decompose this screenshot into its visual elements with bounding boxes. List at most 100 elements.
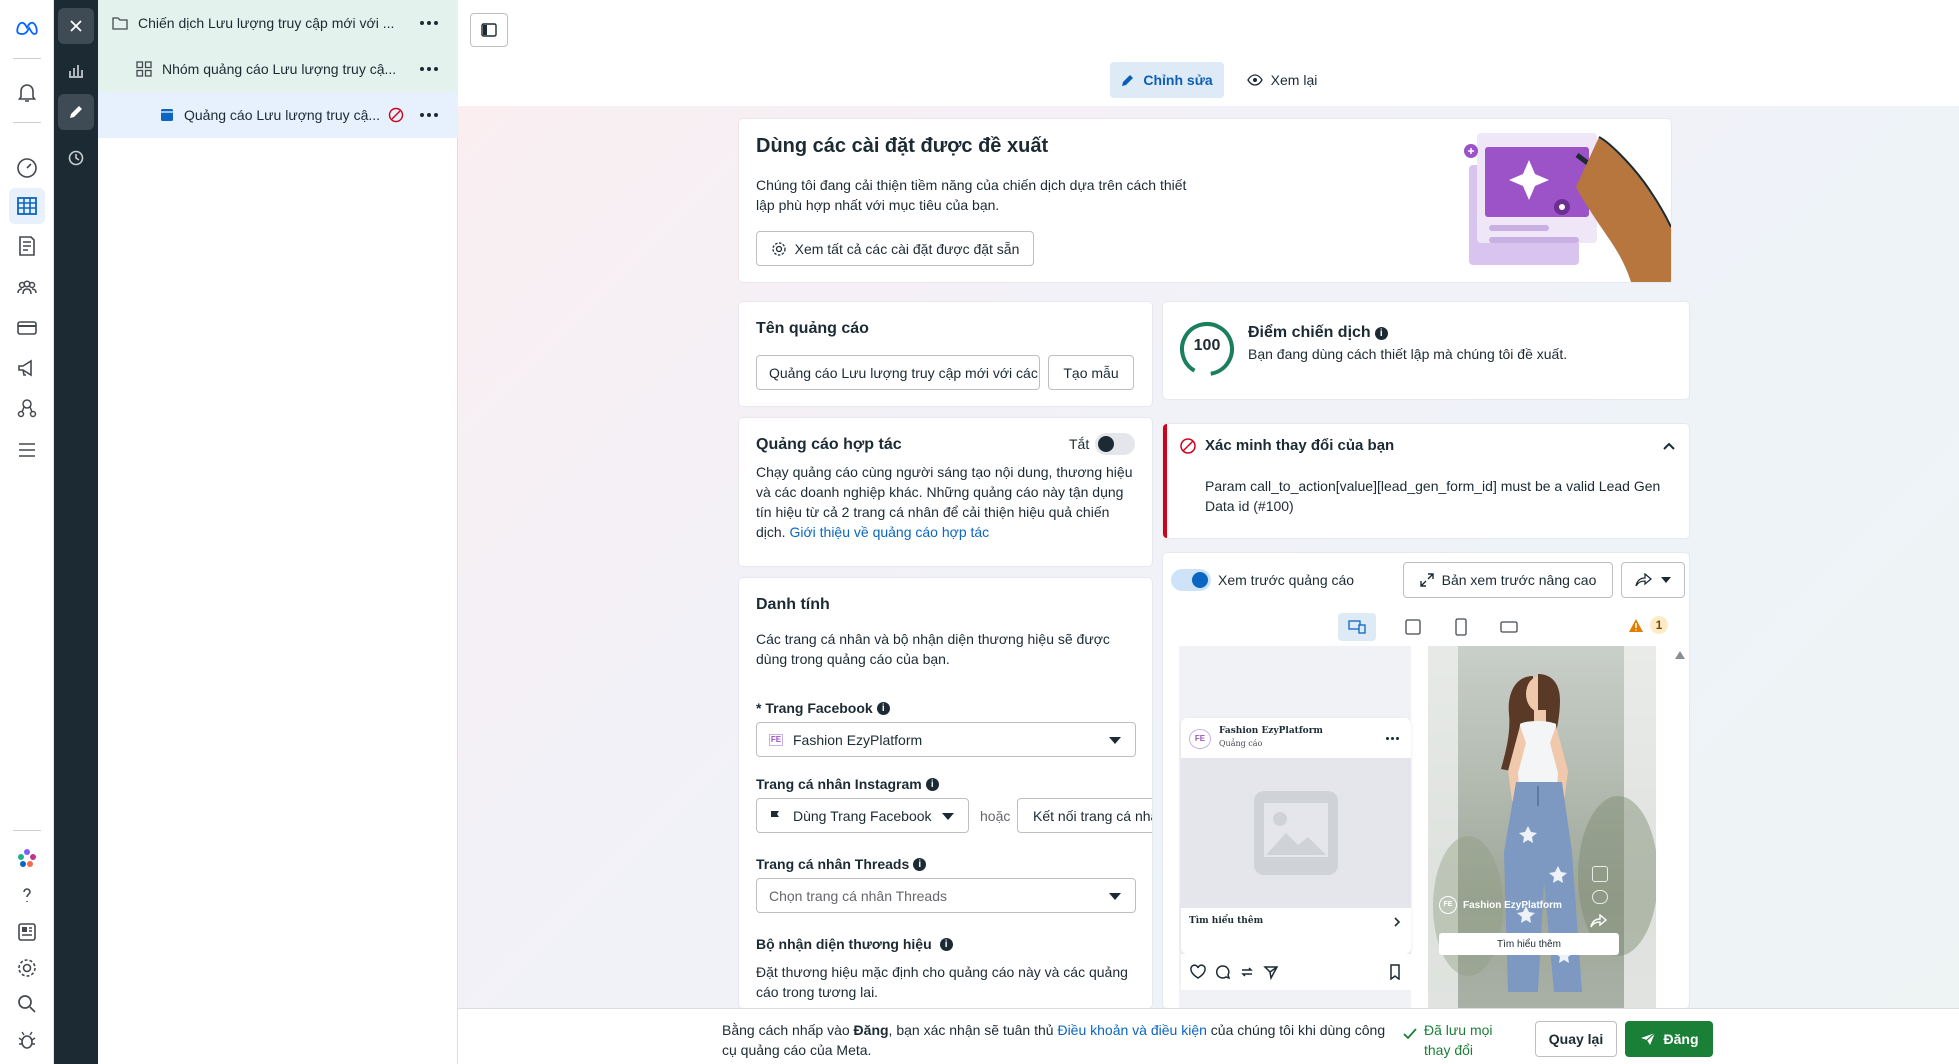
score-desc: Bạn đang dùng cách thiết lập mà chúng tô… [1248, 346, 1568, 362]
share-menu-button[interactable] [1621, 562, 1685, 598]
instagram-select[interactable]: Dùng Trang Facebook [756, 798, 969, 833]
dashboard-gauge-icon[interactable] [9, 150, 45, 186]
connect-instagram-button[interactable]: Kết nối trang cá nhân [1017, 798, 1152, 833]
publish-button[interactable]: Đăng [1625, 1021, 1713, 1057]
campaigns-megaphone-icon[interactable] [9, 350, 45, 386]
settings-gear-icon[interactable] [9, 950, 45, 986]
campaign-tree-panel: Chiến dịch Lưu lượng truy cập mới với ..… [98, 0, 458, 1064]
search-icon[interactable] [9, 986, 45, 1022]
instagram-label-row: Trang cá nhân Instagram i [756, 774, 939, 794]
billing-card-icon[interactable] [9, 310, 45, 346]
partnership-toggle[interactable] [1095, 433, 1135, 455]
editor-top-bar: Chỉnh sửa Xem lại [458, 0, 1959, 106]
info-icon[interactable]: i [876, 701, 890, 715]
review-tab[interactable]: Xem lại [1234, 62, 1330, 98]
footer-prefix: Bằng cách nhấp vào [722, 1022, 854, 1038]
brand-desc: Đặt thương hiệu mặc định cho quảng cáo n… [756, 964, 1128, 1000]
toggle-panel-button[interactable] [470, 13, 508, 47]
help-question-icon[interactable] [9, 878, 45, 914]
info-icon[interactable]: i [925, 777, 939, 791]
threads-placeholder: Chọn trang cá nhân Threads [769, 887, 947, 904]
chevron-up-icon[interactable] [1662, 441, 1676, 451]
chevron-right-icon [1394, 917, 1401, 927]
edit-tab-label: Chỉnh sửa [1143, 72, 1213, 88]
all-placements-view-button[interactable] [1338, 613, 1376, 641]
reel-share-icon[interactable] [1590, 914, 1608, 928]
reel-comment-icon[interactable] [1592, 890, 1608, 904]
adset-more-icon[interactable] [418, 59, 440, 79]
saved-status: Đã lưu mọi thay đổi [1424, 1022, 1493, 1058]
tree-ad-row[interactable]: Quảng cáo Lưu lượng truy cậ... [98, 92, 458, 138]
send-icon[interactable] [1263, 964, 1279, 980]
ad-name-card: Tên quảng cáo Quảng cáo Lưu lượng truy c… [739, 302, 1152, 406]
reports-book-icon[interactable] [9, 228, 45, 264]
info-icon[interactable]: i [1374, 326, 1388, 340]
or-text: hoặc [980, 808, 1011, 824]
threads-select[interactable]: Chọn trang cá nhân Threads [756, 878, 1136, 913]
facebook-page-select[interactable]: FE Fashion EzyPlatform [756, 722, 1136, 757]
publish-footer: Bằng cách nhấp vào Đăng, bạn xác nhận sẽ… [458, 1008, 1959, 1064]
tree-adset-row[interactable]: Nhóm quảng cáo Lưu lượng truy cậ... [98, 46, 458, 92]
footer-bold: Đăng [853, 1022, 889, 1038]
meta-ai-flower-icon[interactable] [9, 840, 45, 876]
close-icon[interactable] [58, 8, 94, 44]
gear-icon [771, 241, 786, 256]
back-label: Quay lại [1548, 1031, 1604, 1047]
tree-campaign-row[interactable]: Chiến dịch Lưu lượng truy cập mới với ..… [98, 0, 458, 46]
instagram-label: Trang cá nhân Instagram [756, 776, 922, 792]
partnership-desc-block: Chạy quảng cáo cùng người sáng tạo nội d… [756, 462, 1138, 542]
business-network-icon[interactable] [9, 390, 45, 426]
report-bug-icon[interactable] [9, 1022, 45, 1058]
partnership-learn-link[interactable]: Giới thiệu về quảng cáo hợp tác [789, 524, 989, 540]
repost-icon[interactable] [1239, 964, 1255, 980]
facebook-page-label-row: * Trang Facebook i [756, 698, 890, 718]
view-presets-button[interactable]: Xem tất cả các cài đặt được đặt sẵn [756, 231, 1034, 266]
reel-cta-button[interactable]: Tìm hiểu thêm [1439, 933, 1619, 955]
brand-label: Bộ nhận diện thương hiệu [756, 936, 932, 952]
audiences-people-icon[interactable] [9, 270, 45, 306]
chevron-down-icon [1661, 577, 1671, 583]
history-clock-icon[interactable] [58, 140, 94, 176]
square-view-button[interactable] [1394, 613, 1432, 641]
back-button[interactable]: Quay lại [1535, 1021, 1617, 1057]
advanced-preview-label: Bản xem trước nâng cao [1441, 572, 1597, 588]
landscape-view-button[interactable] [1490, 613, 1528, 641]
heart-icon[interactable] [1189, 964, 1207, 980]
image-placeholder-icon [1254, 791, 1338, 875]
bookmark-icon[interactable] [1389, 964, 1401, 980]
info-icon[interactable]: i [939, 937, 953, 951]
preview-toggle[interactable] [1171, 569, 1211, 591]
notifications-bell-icon[interactable] [9, 74, 45, 110]
ad-name-value: Quảng cáo Lưu lượng truy cập mới với các [769, 364, 1038, 381]
all-tools-menu-icon[interactable] [9, 432, 45, 468]
create-template-button[interactable]: Tạo mẫu [1048, 355, 1134, 390]
warnings-indicator[interactable]: 1 [1628, 616, 1668, 634]
warning-count-badge: 1 [1650, 616, 1668, 634]
reel-like-icon[interactable] [1592, 866, 1608, 882]
campaign-more-icon[interactable] [418, 13, 440, 33]
ads-manager-table-icon[interactable] [9, 188, 45, 224]
share-arrow-icon [1635, 573, 1653, 587]
view-presets-label: Xem tất cả các cài đặt được đặt sẵn [794, 240, 1020, 257]
feed-ad-post: FE Fashion EzyPlatform Quảng cáo Tìm hiể… [1181, 718, 1411, 954]
ad-name-input[interactable]: Quảng cáo Lưu lượng truy cập mới với các [756, 355, 1040, 390]
edit-pencil-icon[interactable] [58, 94, 94, 130]
news-feed-icon[interactable] [9, 914, 45, 950]
terms-link[interactable]: Điều khoản và điều kiện [1057, 1022, 1206, 1038]
feed-page-name: Fashion EzyPlatform [1219, 726, 1323, 736]
ad-more-icon[interactable] [418, 105, 440, 125]
vertical-view-button[interactable] [1442, 613, 1480, 641]
info-icon[interactable]: i [913, 857, 927, 871]
comment-icon[interactable] [1215, 964, 1231, 980]
chevron-down-icon [942, 812, 954, 820]
performance-chart-icon[interactable] [58, 52, 94, 88]
feed-cta-label[interactable]: Tìm hiểu thêm [1189, 916, 1263, 926]
advanced-preview-button[interactable]: Bản xem trước nâng cao [1403, 562, 1613, 598]
pencil-icon [1122, 75, 1134, 86]
meta-logo-icon[interactable] [9, 10, 45, 46]
edit-tab[interactable]: Chỉnh sửa [1110, 62, 1224, 98]
post-more-icon[interactable] [1381, 728, 1403, 748]
scroll-up-arrow-icon[interactable] [1675, 651, 1685, 659]
identity-desc: Các trang cá nhân và bộ nhận diện thương… [756, 631, 1110, 667]
main-editor-area: Chỉnh sửa Xem lại Dùng các cài đặt được … [458, 0, 1959, 1064]
